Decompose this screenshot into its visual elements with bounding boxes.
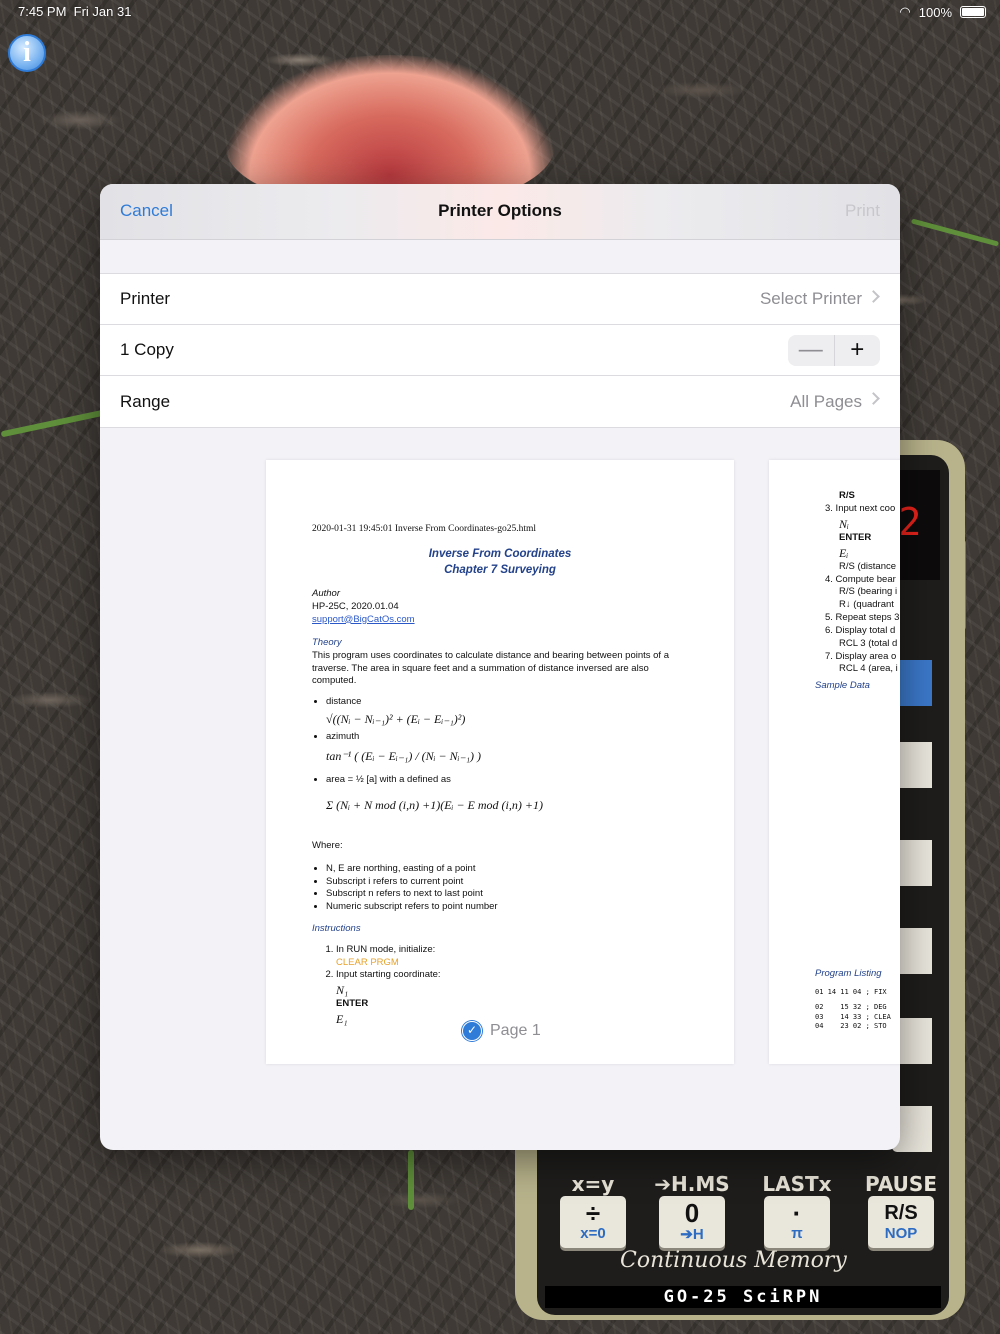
print-button[interactable]: Print: [845, 201, 880, 221]
preview-theory: Theory This program uses coordinates to …: [312, 637, 669, 687]
page2-steps: R/S 3. Input next coo Nᵢ ENTER Eᵢ R/S (d…: [825, 490, 900, 675]
printer-label: Printer: [120, 289, 171, 308]
preview-where: Where: N, E are northing, easting of a p…: [312, 840, 692, 914]
flower-image: [225, 55, 555, 205]
wifi-icon: ◠: [899, 4, 911, 19]
options-list: Printer Select Printer 1 Copy — + Range …: [100, 273, 900, 428]
decrement-button[interactable]: —: [788, 335, 835, 366]
range-label: Range: [120, 391, 171, 411]
printer-options-sheet: Cancel Printer Options Print Printer Sel…: [100, 184, 900, 1150]
printer-value: Select Printer: [759, 289, 862, 308]
preview-formulas: distance √((Nᵢ − Nᵢ₋₁)² + (Eᵢ − Eᵢ₋₁)²) …: [312, 696, 692, 813]
status-bar-right: ◠ 100%: [899, 4, 986, 20]
battery-icon: [960, 6, 986, 18]
calculator-slogan: Continuous Memory: [620, 1248, 847, 1273]
range-value: All Pages: [790, 391, 862, 411]
calc-label-pause: PAUSE: [865, 1172, 937, 1196]
copies-row: 1 Copy — +: [100, 325, 900, 376]
page-number-label: Page 1: [490, 1022, 541, 1039]
preview-instructions: Instructions In RUN mode, initialize: CL…: [312, 923, 692, 1027]
copies-label: 1 Copy: [120, 340, 174, 359]
calc-label-to-hms: ➔H.MS: [654, 1172, 730, 1196]
chevron-right-icon: [867, 392, 880, 405]
calc-key-divide[interactable]: ÷ x=0: [560, 1196, 626, 1248]
page2-program-listing: Program Listing: [815, 968, 882, 979]
calculator-brand: GO-25 SciRPN: [545, 1286, 941, 1308]
battery-percent: 100%: [918, 4, 952, 20]
calc-label-last-x: LASTx: [762, 1172, 832, 1196]
calc-key-decimal[interactable]: · π: [764, 1196, 830, 1248]
preview-author: Author HP-25C, 2020.01.04 support@BigCat…: [312, 588, 415, 625]
status-bar-time: 7:45 PM Fri Jan 31: [18, 4, 132, 19]
page2-listing: 01 14 11 04 ; FIX 02 15 32 ; DEG 03 14 33 …: [815, 988, 891, 1031]
calc-key-zero[interactable]: 0 ➔H: [659, 1196, 725, 1248]
checkmark-icon: ✓: [462, 1020, 482, 1041]
calc-label-x-swap-y: x=y: [571, 1172, 615, 1196]
print-preview-page-2[interactable]: R/S 3. Input next coo Nᵢ ENTER Eᵢ R/S (d…: [769, 460, 900, 1064]
increment-button[interactable]: +: [835, 335, 881, 366]
calc-key-run-stop[interactable]: R/S NOP: [868, 1196, 934, 1248]
info-icon[interactable]: i: [8, 34, 46, 72]
page2-sample-data: Sample Data: [815, 680, 870, 691]
copies-stepper: — +: [788, 335, 880, 366]
page-select-toggle[interactable]: ✓ Page 1: [462, 1020, 541, 1042]
grass-blade: [408, 1150, 414, 1210]
preview-header: 2020-01-31 19:45:01 Inverse From Coordin…: [312, 524, 537, 534]
printer-row[interactable]: Printer Select Printer: [100, 274, 900, 325]
preview-title: Inverse From Coordinates Chapter 7 Surve…: [428, 548, 572, 576]
sheet-title: Printer Options: [438, 201, 562, 220]
range-row[interactable]: Range All Pages: [100, 376, 900, 427]
chevron-right-icon: [867, 290, 880, 303]
print-preview-page-1[interactable]: 2020-01-31 19:45:01 Inverse From Coordin…: [266, 460, 734, 1064]
sheet-header: Cancel Printer Options Print: [100, 184, 900, 240]
